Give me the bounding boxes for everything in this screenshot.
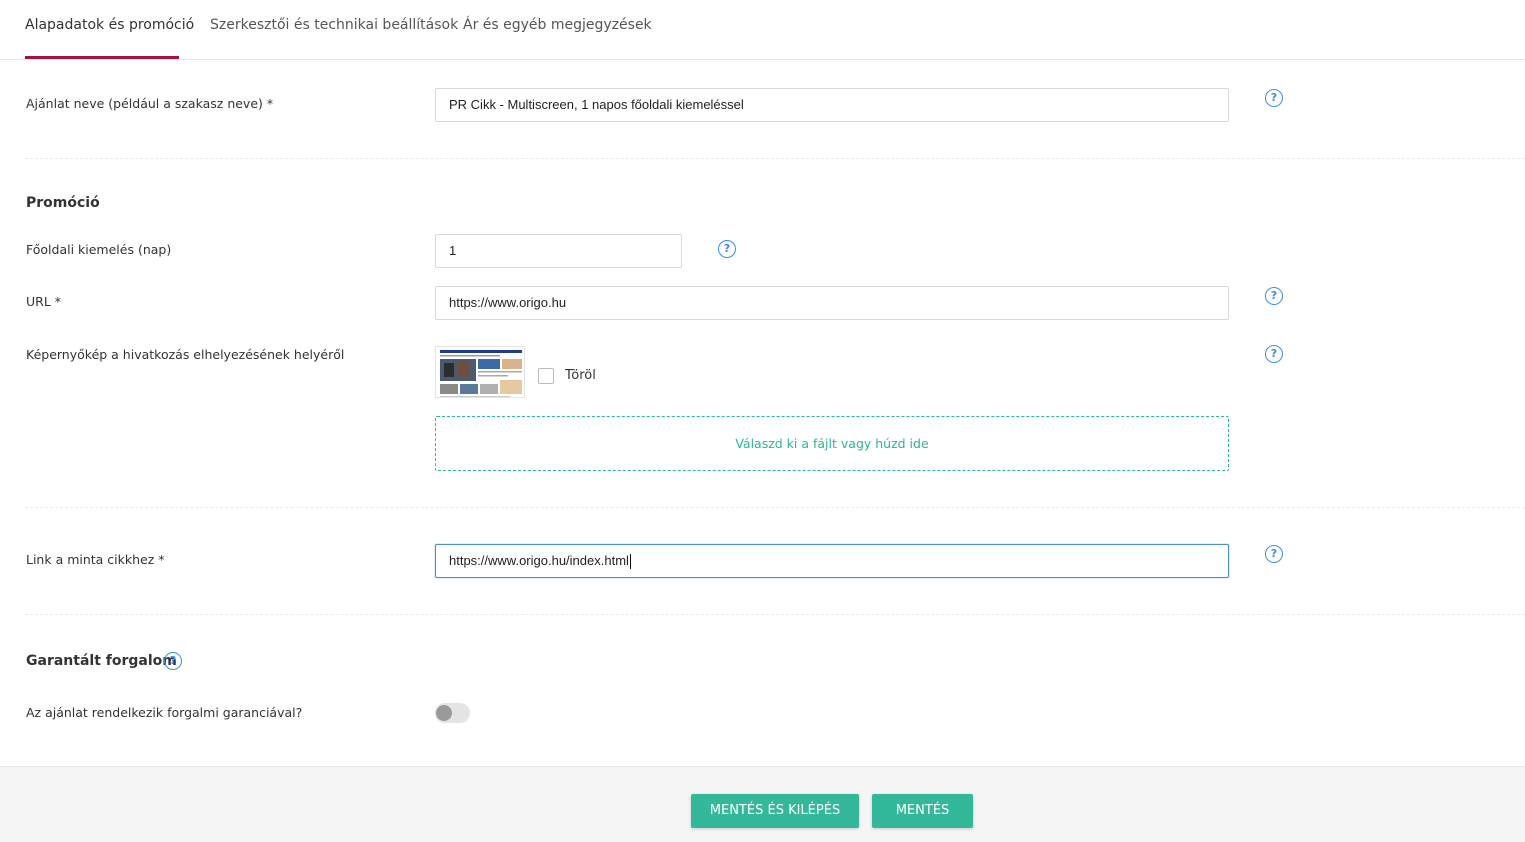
active-tab-indicator (25, 56, 179, 59)
homepage-highlight-help-icon[interactable]: ? (718, 240, 736, 258)
tab-editorial-technical-settings[interactable]: Szerkesztői és technikai beállítások (210, 17, 458, 59)
promotion-section-title: Promóció (26, 195, 100, 211)
tab-price-other-notes[interactable]: Ár és egyéb megjegyzések (463, 17, 652, 59)
sample-link-help-icon[interactable]: ? (1265, 545, 1283, 563)
offer-name-label: Ajánlat neve (például a szakasz neve) * (26, 96, 274, 111)
guaranteed-traffic-help-icon[interactable]: ? (164, 652, 182, 670)
delete-screenshot-checkbox[interactable] (538, 368, 554, 384)
section-divider (25, 507, 1525, 508)
file-dropzone[interactable]: Válaszd ki a fájlt vagy húzd ide (435, 416, 1229, 471)
traffic-guarantee-toggle[interactable] (435, 703, 470, 723)
text-caret (629, 554, 631, 570)
homepage-highlight-label: Főoldali kiemelés (nap) (26, 242, 172, 257)
url-label: URL * (26, 294, 62, 309)
save-button[interactable]: MENTÉS (872, 794, 973, 828)
toggle-knob (436, 705, 452, 721)
section-divider (25, 158, 1525, 159)
delete-screenshot-label: Töröl (565, 368, 596, 383)
save-and-exit-button[interactable]: MENTÉS ÉS KILÉPÉS (691, 794, 859, 828)
screenshot-help-icon[interactable]: ? (1265, 345, 1283, 363)
screenshot-label: Képernyőkép a hivatkozás elhelyezésének … (26, 347, 345, 362)
guaranteed-traffic-section-title: Garantált forgalom (26, 653, 177, 669)
sample-link-input[interactable]: https://www.origo.hu/index.html (435, 544, 1229, 578)
tab-basic-data-promotion[interactable]: Alapadatok és promóció (25, 17, 194, 59)
sample-link-value: https://www.origo.hu/index.html (449, 553, 629, 568)
url-help-icon[interactable]: ? (1265, 287, 1283, 305)
offer-name-input[interactable]: PR Cikk - Multiscreen, 1 napos főoldali … (435, 88, 1229, 122)
traffic-guarantee-label: Az ajánlat rendelkezik forgalmi garanciá… (26, 705, 303, 720)
url-input[interactable]: https://www.origo.hu (435, 286, 1229, 320)
tab-bar: Alapadatok és promóció Szerkesztői és te… (0, 0, 1525, 60)
offer-name-help-icon[interactable]: ? (1265, 89, 1283, 107)
section-divider (25, 614, 1525, 615)
screenshot-thumbnail (435, 346, 525, 398)
sample-link-label: Link a minta cikkhez * (26, 552, 165, 567)
homepage-highlight-days-input[interactable]: 1 (435, 234, 682, 268)
